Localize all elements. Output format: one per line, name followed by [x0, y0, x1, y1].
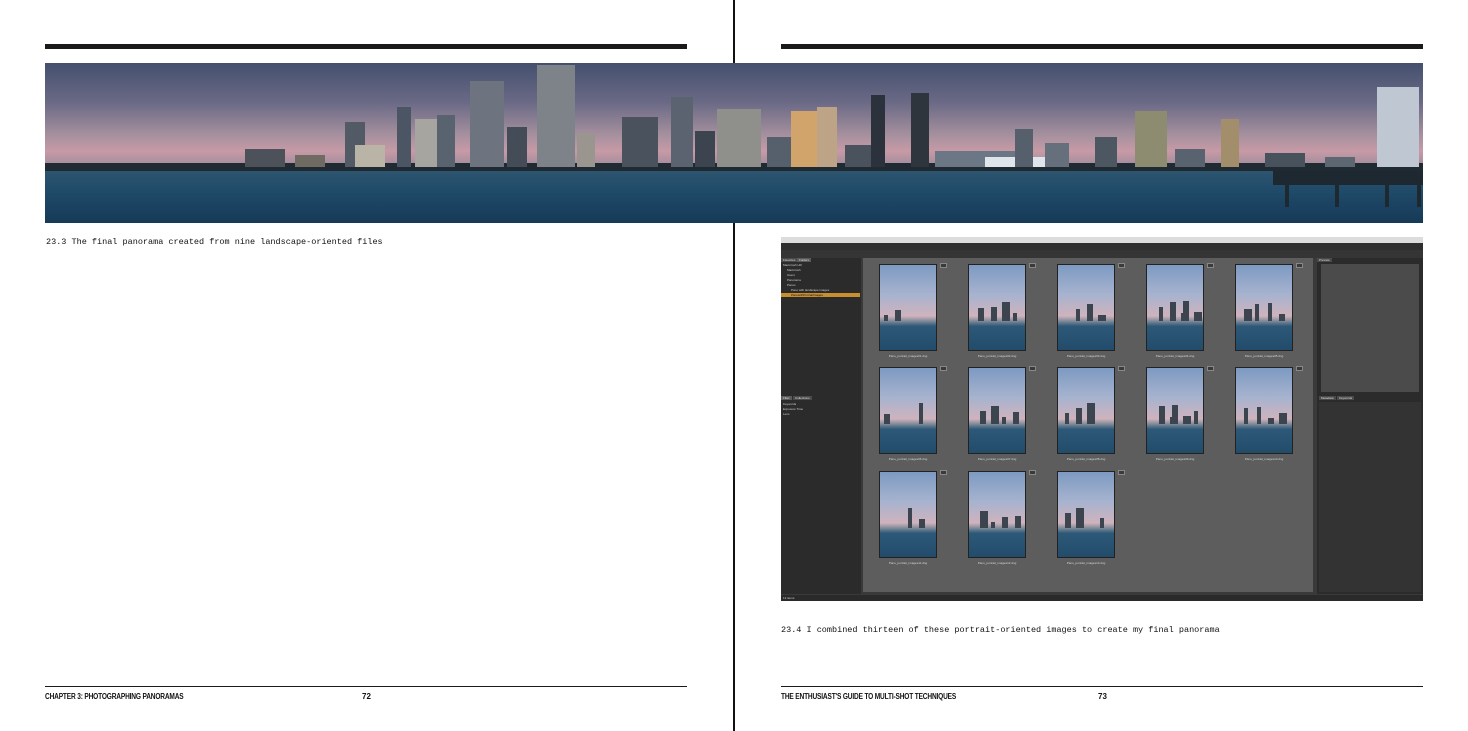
thumbnail[interactable]: Pano_portrait_images11.dng — [879, 470, 947, 565]
thumbnail-image — [1146, 264, 1204, 351]
right-footer-title: THE ENTHUSIAST'S GUIDE TO MULTI-SHOT TEC… — [781, 692, 957, 701]
tree-item[interactable]: Macintosh HD — [783, 263, 802, 267]
thumbnail-image — [1057, 264, 1115, 351]
badge-icon — [1118, 470, 1125, 475]
badge-icon — [1207, 366, 1214, 371]
badge-icon — [1296, 366, 1303, 371]
thumbnail[interactable]: Pano_portrait_images06.dng — [879, 366, 947, 461]
thumbnail-filename: Pano_portrait_images13.dng — [1066, 561, 1106, 565]
right-footer-rule — [781, 686, 1423, 687]
filter-item[interactable]: Keywords — [783, 402, 796, 406]
filter-item[interactable]: Lens — [783, 412, 790, 416]
thumbnail-image — [1146, 367, 1204, 454]
tree-item[interactable]: Panos — [787, 283, 796, 287]
thumbnail-filename: Pano_portrait_images08.dng — [1066, 457, 1106, 461]
left-footer-title: CHAPTER 3: PHOTOGRAPHING PANORAMAS — [45, 692, 184, 701]
thumbnail-filename: Pano_portrait_images10.dng — [1244, 457, 1284, 461]
thumbnail-filename: Pano_portrait_images06.dng — [888, 457, 928, 461]
tab-keywords[interactable]: Keywords — [1337, 396, 1355, 400]
bay-water — [45, 171, 1423, 223]
left-figure-caption: 23.3 The final panorama created from nin… — [46, 237, 383, 247]
thumbnail-filename: Pano_portrait_images12.dng — [977, 561, 1017, 565]
tree-item[interactable]: Macintosh — [787, 268, 801, 272]
thumbnail[interactable]: Pano_portrait_images10.dng — [1235, 366, 1303, 461]
left-footer-rule — [45, 686, 687, 687]
status-text: 13 items — [783, 596, 795, 600]
thumbnail[interactable]: Pano_portrait_images12.dng — [968, 470, 1036, 565]
bridge-toolbar: Essentials Filmstrip Metadata Keywords — [781, 243, 1423, 255]
thumbnail[interactable]: Pano_portrait_images04.dng — [1146, 263, 1214, 358]
thumbnail-image — [1235, 264, 1293, 351]
thumbnail-image — [968, 367, 1026, 454]
thumbnail[interactable]: Pano_portrait_images01.dng — [879, 263, 947, 358]
tree-item-selected[interactable]: PanowithPortraitImages — [781, 293, 860, 297]
thumbnail-image — [1057, 471, 1115, 558]
thumbnail-filename: Pano_portrait_images01.dng — [888, 354, 928, 358]
thumbnail-filename: Pano_portrait_images03.dng — [1066, 354, 1106, 358]
badge-icon — [940, 470, 947, 475]
thumbnail-filename: Pano_portrait_images07.dng — [977, 457, 1017, 461]
panorama-image — [45, 63, 1423, 223]
badge-icon — [1296, 263, 1303, 268]
metadata-area — [1319, 402, 1421, 592]
tab-metadata[interactable]: Metadata — [1319, 396, 1336, 400]
right-page-number: 73 — [1098, 692, 1107, 701]
content-panel: Pano_portrait_images01.dng Pano_portrait_… — [863, 258, 1313, 592]
thumbnail[interactable]: Pano_portrait_images13.dng — [1057, 470, 1125, 565]
right-panel: Preview Metadata Keywords — [1317, 258, 1423, 594]
thumbnail[interactable]: Pano_portrait_images03.dng — [1057, 263, 1125, 358]
thumbnail-filename: Pano_portrait_images02.dng — [977, 354, 1017, 358]
thumbnail-image — [879, 264, 937, 351]
left-panel: Favorites Folders Macintosh HD Macintosh… — [781, 258, 861, 594]
thumbnail-image — [968, 471, 1026, 558]
thumbnail-image — [879, 471, 937, 558]
thumbnail-image — [1235, 367, 1293, 454]
badge-icon — [940, 263, 947, 268]
thumbnail-image — [879, 367, 937, 454]
tab-folders[interactable]: Folders — [797, 258, 812, 262]
path-bar — [781, 250, 1423, 258]
tree-item[interactable]: Users — [787, 273, 795, 277]
thumbnail-filename: Pano_portrait_images04.dng — [1155, 354, 1195, 358]
right-figure-caption: 23.4 I combined thirteen of these portra… — [781, 625, 1220, 635]
thumbnail[interactable]: Pano_portrait_images05.dng — [1235, 263, 1303, 358]
tree-item[interactable]: Pano with landscape images — [791, 288, 829, 292]
tab-favorites[interactable]: Favorites — [781, 258, 798, 262]
thumbnail[interactable]: Pano_portrait_images07.dng — [968, 366, 1036, 461]
tab-collections[interactable]: Collections — [793, 396, 812, 400]
thumbnail-filename: Pano_portrait_images05.dng — [1244, 354, 1284, 358]
preview-area — [1321, 264, 1419, 392]
right-top-rule — [781, 44, 1423, 49]
left-top-rule — [45, 44, 687, 49]
badge-icon — [1118, 366, 1125, 371]
thumbnail-image — [968, 264, 1026, 351]
tree-item[interactable]: Panorama — [787, 278, 801, 282]
filter-item[interactable]: Exposure Time — [783, 407, 803, 411]
thumbnail[interactable]: Pano_portrait_images02.dng — [968, 263, 1036, 358]
badge-icon — [1029, 470, 1036, 475]
bridge-screenshot: Essentials Filmstrip Metadata Keywords F… — [781, 237, 1423, 601]
left-page-number: 72 — [362, 692, 371, 701]
badge-icon — [1029, 263, 1036, 268]
badge-icon — [1029, 366, 1036, 371]
tab-preview[interactable]: Preview — [1317, 258, 1332, 262]
thumbnail[interactable]: Pano_portrait_images08.dng — [1057, 366, 1125, 461]
badge-icon — [1118, 263, 1125, 268]
thumbnail-filename: Pano_portrait_images11.dng — [888, 561, 928, 565]
thumbnail-image — [1057, 367, 1115, 454]
thumbnail-filename: Pano_portrait_images09.dng — [1155, 457, 1195, 461]
badge-icon — [1207, 263, 1214, 268]
badge-icon — [940, 366, 947, 371]
status-bar: 13 items — [781, 595, 1423, 601]
tab-filter[interactable]: Filter — [781, 396, 792, 400]
thumbnail[interactable]: Pano_portrait_images09.dng — [1146, 366, 1214, 461]
